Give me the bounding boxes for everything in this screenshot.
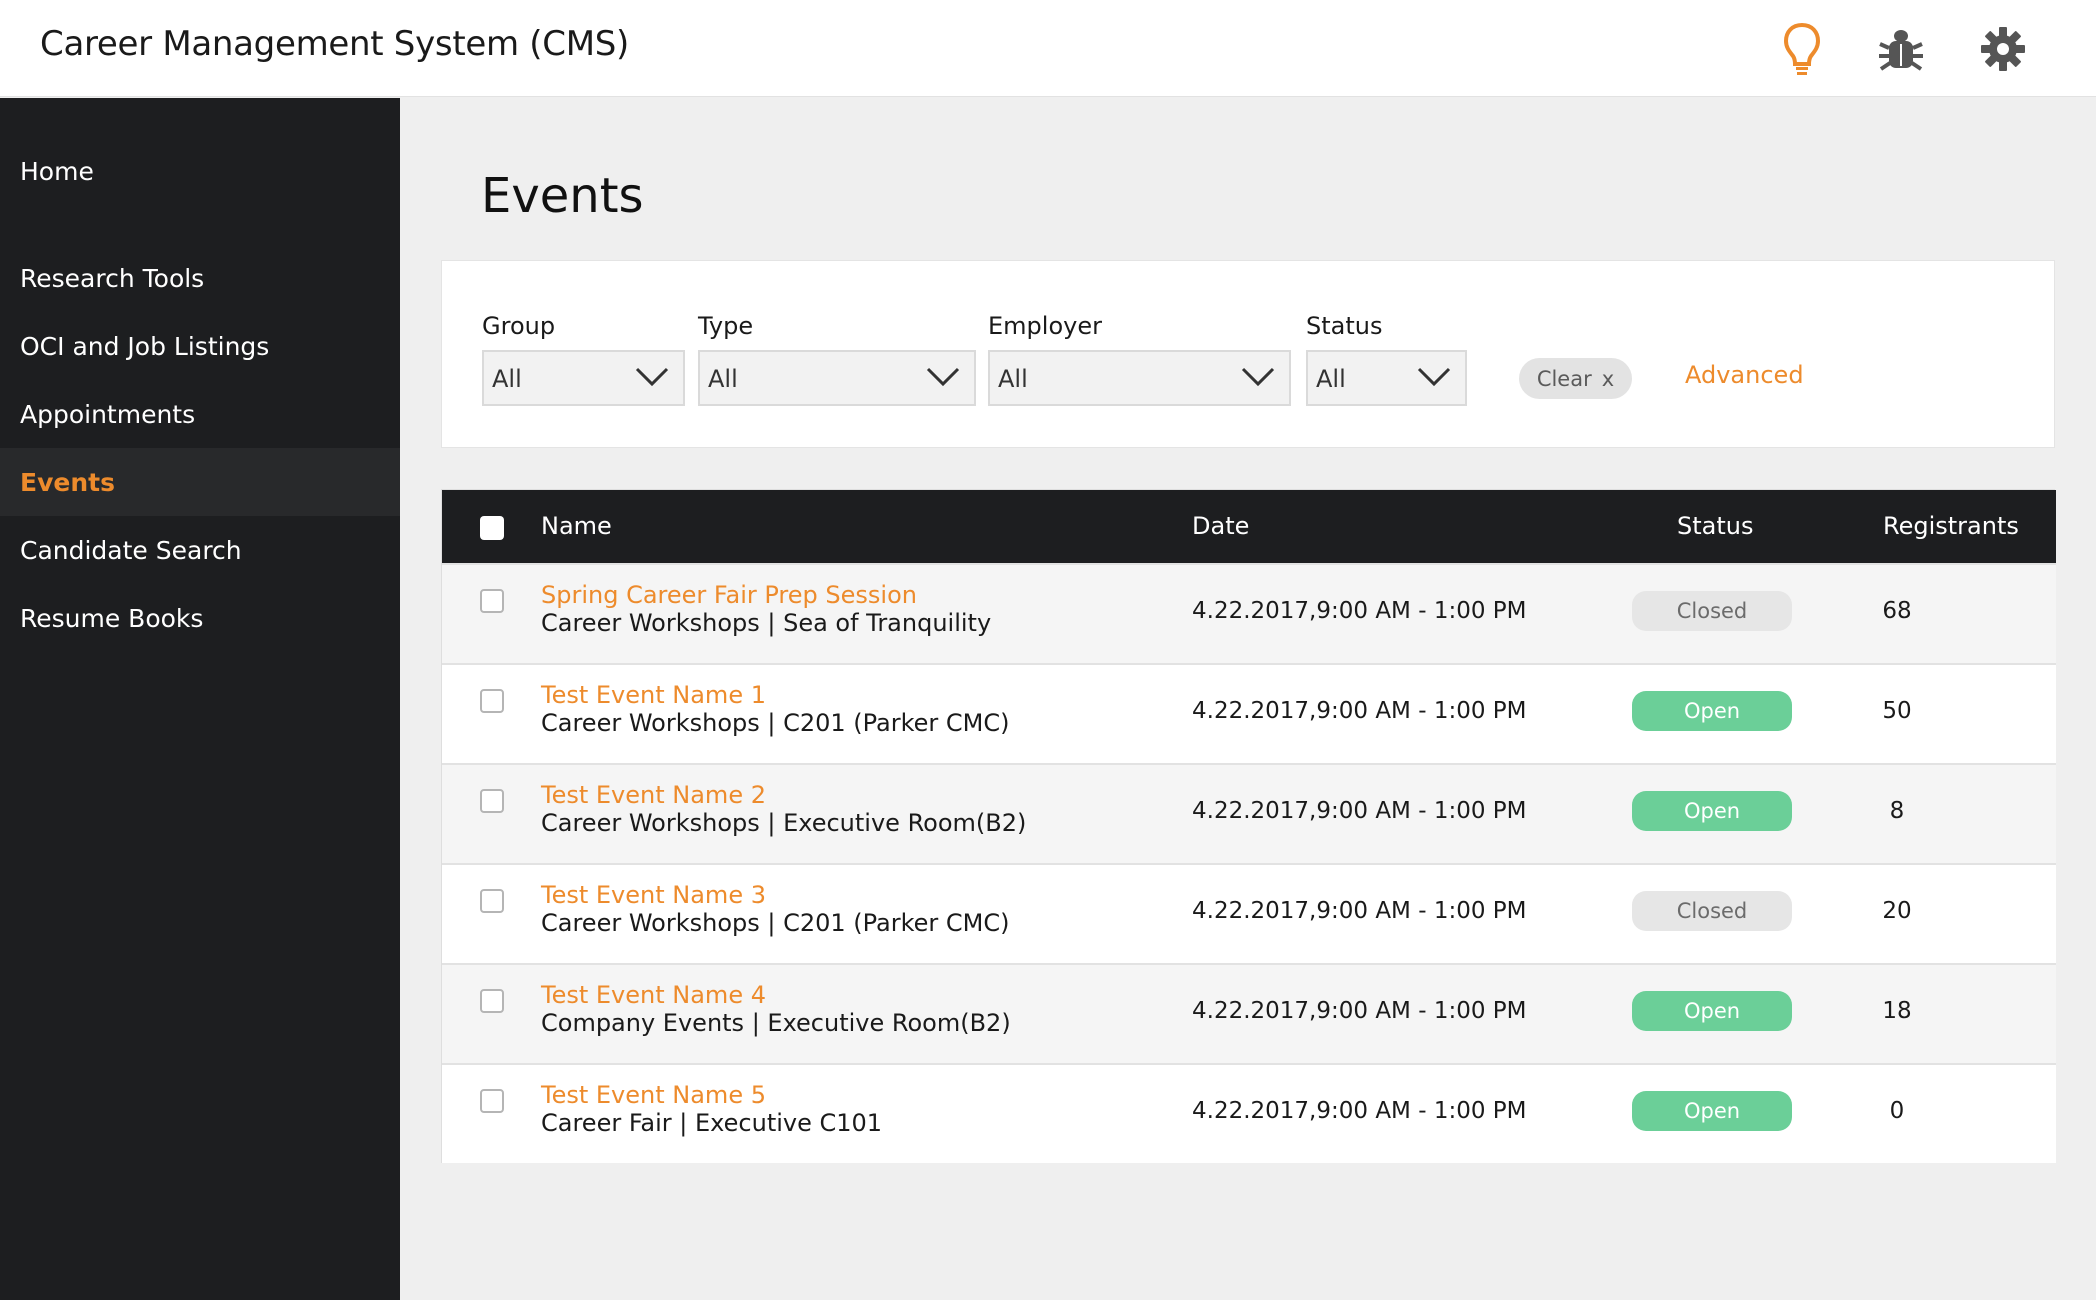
column-header-name[interactable]: Name (541, 512, 612, 540)
sidebar-item-home[interactable]: Home (0, 137, 400, 205)
table-row[interactable]: Test Event Name 4 Company Events | Execu… (442, 963, 2056, 1063)
status-filter-label: Status (1306, 312, 1383, 340)
event-date: 4.22.2017,9:00 AM - 1:00 PM (1192, 698, 1527, 724)
group-select-value: All (492, 365, 522, 393)
registrants-count: 50 (1882, 698, 1912, 724)
status-badge: Closed (1632, 591, 1792, 631)
type-select-value: All (708, 365, 738, 393)
group-filter-label: Group (482, 312, 556, 340)
employer-select[interactable]: All (988, 350, 1291, 406)
table-row[interactable]: Spring Career Fair Prep Session Career W… (442, 563, 2056, 663)
clear-filters-button[interactable]: Clear x (1519, 358, 1632, 399)
type-filter-label: Type (698, 312, 754, 340)
event-date: 4.22.2017,9:00 AM - 1:00 PM (1192, 798, 1527, 824)
event-name-link[interactable]: Test Event Name 1 (541, 681, 766, 709)
column-header-status[interactable]: Status (1677, 512, 1753, 540)
event-details: Career Workshops | Executive Room(B2) (541, 809, 1027, 837)
event-details: Career Workshops | C201 (Parker CMC) (541, 909, 1010, 937)
column-header-date[interactable]: Date (1192, 512, 1249, 540)
chevron-down-icon (635, 367, 669, 387)
status-badge: Open (1632, 691, 1792, 731)
registrants-count: 18 (1882, 998, 1912, 1024)
group-select[interactable]: All (482, 350, 685, 406)
table-row[interactable]: Test Event Name 5 Career Fair | Executiv… (442, 1063, 2056, 1163)
sidebar-item-resume-books[interactable]: Resume Books (0, 584, 400, 652)
employer-select-value: All (998, 365, 1028, 393)
bug-icon[interactable] (1872, 20, 1930, 78)
close-icon: x (1601, 366, 1615, 391)
event-date: 4.22.2017,9:00 AM - 1:00 PM (1192, 1098, 1527, 1124)
event-name-link[interactable]: Test Event Name 4 (541, 981, 766, 1009)
lightbulb-icon[interactable] (1773, 20, 1831, 78)
sidebar-item-events[interactable]: Events (0, 448, 400, 516)
gear-icon[interactable] (1974, 20, 2032, 78)
app-title: Career Management System (CMS) (40, 24, 629, 64)
status-badge: Open (1632, 791, 1792, 831)
type-select[interactable]: All (698, 350, 976, 406)
registrants-count: 0 (1889, 1098, 1905, 1124)
event-details: Career Fair | Executive C101 (541, 1109, 883, 1137)
event-date: 4.22.2017,9:00 AM - 1:00 PM (1192, 598, 1527, 624)
event-name-link[interactable]: Test Event Name 3 (541, 881, 766, 909)
event-date: 4.22.2017,9:00 AM - 1:00 PM (1192, 898, 1527, 924)
select-all-checkbox[interactable] (480, 516, 504, 540)
sidebar-item-appointments[interactable]: Appointments (0, 380, 400, 448)
row-checkbox[interactable] (480, 689, 504, 713)
status-select-value: All (1316, 365, 1346, 393)
column-header-registrants[interactable]: Registrants (1883, 512, 2019, 540)
chevron-down-icon (926, 367, 960, 387)
top-header: Career Management System (CMS) (0, 0, 2096, 97)
event-details: Company Events | Executive Room(B2) (541, 1009, 1011, 1037)
advanced-filters-link[interactable]: Advanced (1685, 361, 1804, 389)
page-title: Events (481, 168, 644, 224)
sidebar: Home Research Tools OCI and Job Listings… (0, 98, 400, 1300)
event-name-link[interactable]: Test Event Name 2 (541, 781, 766, 809)
table-row[interactable]: Test Event Name 3 Career Workshops | C20… (442, 863, 2056, 963)
status-badge: Open (1632, 1091, 1792, 1131)
event-details: Career Workshops | Sea of Tranquility (541, 609, 992, 637)
row-checkbox[interactable] (480, 789, 504, 813)
row-checkbox[interactable] (480, 1089, 504, 1113)
event-details: Career Workshops | C201 (Parker CMC) (541, 709, 1010, 737)
event-name-link[interactable]: Test Event Name 5 (541, 1081, 766, 1109)
status-badge: Open (1632, 991, 1792, 1031)
sidebar-item-candidate-search[interactable]: Candidate Search (0, 516, 400, 584)
registrants-count: 8 (1889, 798, 1905, 824)
chevron-down-icon (1417, 367, 1451, 387)
sidebar-item-research-tools[interactable]: Research Tools (0, 244, 400, 312)
row-checkbox[interactable] (480, 989, 504, 1013)
registrants-count: 68 (1882, 598, 1912, 624)
table-row[interactable]: Test Event Name 2 Career Workshops | Exe… (442, 763, 2056, 863)
sidebar-item-oci-job-listings[interactable]: OCI and Job Listings (0, 312, 400, 380)
employer-filter-label: Employer (988, 312, 1102, 340)
table-header: Name Date Status Registrants (442, 490, 2056, 563)
registrants-count: 20 (1882, 898, 1912, 924)
chevron-down-icon (1241, 367, 1275, 387)
table-row[interactable]: Test Event Name 1 Career Workshops | C20… (442, 663, 2056, 763)
row-checkbox[interactable] (480, 589, 504, 613)
events-table: Name Date Status Registrants Spring Care… (441, 489, 2056, 1163)
status-badge: Closed (1632, 891, 1792, 931)
filter-panel: Group All Type All Employer All Status A… (441, 260, 2055, 448)
clear-filters-label: Clear (1536, 366, 1592, 391)
event-name-link[interactable]: Spring Career Fair Prep Session (541, 581, 917, 609)
row-checkbox[interactable] (480, 889, 504, 913)
event-date: 4.22.2017,9:00 AM - 1:00 PM (1192, 998, 1527, 1024)
status-select[interactable]: All (1306, 350, 1467, 406)
